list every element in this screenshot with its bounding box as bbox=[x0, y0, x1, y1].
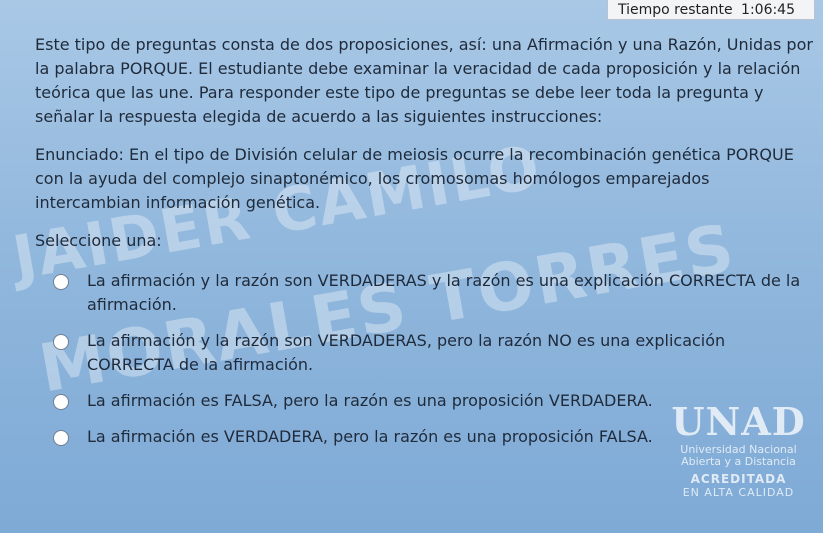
time-remaining-box: Tiempo restante 1:06:45 bbox=[607, 0, 815, 20]
answer-option-label[interactable]: La afirmación y la razón son VERDADERAS … bbox=[87, 269, 813, 317]
answer-option-label[interactable]: La afirmación es FALSA, pero la razón es… bbox=[87, 389, 653, 413]
select-one-label: Seleccione una: bbox=[35, 231, 162, 250]
answer-option-label[interactable]: La afirmación y la razón son VERDADERAS,… bbox=[87, 329, 813, 377]
radio-button[interactable] bbox=[53, 430, 69, 446]
answer-option[interactable]: La afirmación y la razón son VERDADERAS,… bbox=[35, 329, 813, 377]
accreditation-label: ACREDITADA bbox=[690, 472, 787, 486]
question-instructions: Este tipo de preguntas consta de dos pro… bbox=[35, 35, 813, 126]
time-remaining-label: Tiempo restante bbox=[618, 2, 733, 18]
unad-logo-name: UNAD bbox=[671, 399, 806, 444]
answer-option-label[interactable]: La afirmación es VERDADERA, pero la razó… bbox=[87, 425, 653, 449]
quality-label: EN ALTA CALIDAD bbox=[682, 486, 795, 499]
unad-logo: UNAD Universidad Nacional Abierta y a Di… bbox=[656, 391, 821, 531]
question-statement: Enunciado: En el tipo de División celula… bbox=[35, 145, 794, 212]
radio-button[interactable] bbox=[53, 274, 69, 290]
time-remaining-value: 1:06:45 bbox=[741, 2, 796, 18]
answer-option[interactable]: La afirmación y la razón son VERDADERAS … bbox=[35, 269, 813, 317]
unad-logo-subtitle-2: Abierta y a Distancia bbox=[681, 455, 796, 468]
radio-button[interactable] bbox=[53, 334, 69, 350]
radio-button[interactable] bbox=[53, 394, 69, 410]
